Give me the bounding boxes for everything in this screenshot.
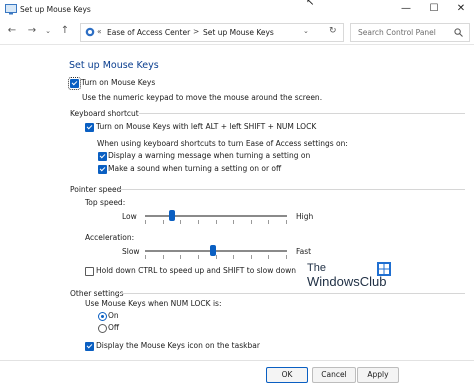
shortcut-label[interactable]: Turn on Mouse Keys with left ALT + left … [96,122,316,131]
slider-tick [216,220,217,224]
slider-tick [251,255,252,259]
top-speed-min-label: Low [122,212,137,221]
search-input[interactable]: Search Control Panel [350,23,470,42]
watermark-line1: The [307,262,326,274]
slider-tick [163,255,164,259]
top-speed-thumb[interactable] [169,210,175,221]
breadcrumb-ease-of-access[interactable]: Ease of Access Center [107,28,190,37]
control-panel-icon [85,27,95,37]
acceleration-max-label: Fast [296,247,312,256]
up-button[interactable]: ↑ [58,24,72,38]
numlock-off-label[interactable]: Off [108,323,119,332]
acceleration-label: Acceleration: [85,233,135,242]
slider-tick [180,255,181,259]
make-sound-checkbox[interactable] [98,165,107,174]
acceleration-min-label: Slow [122,247,140,256]
slider-tick [216,255,217,259]
numlock-label: Use Mouse Keys when NUM LOCK is: [85,299,222,308]
cancel-button[interactable]: Cancel [312,367,356,383]
numlock-off-radio[interactable] [98,324,107,333]
slider-tick [268,220,269,224]
shortcut-sub-label: When using keyboard shortcuts to turn Ea… [97,139,348,148]
acceleration-slider[interactable] [145,245,287,259]
section-divider [118,189,465,190]
section-divider [139,113,465,114]
title-bar: Set up Mouse Keys ↖ — ☐ ✕ [0,0,474,19]
breadcrumb-overflow[interactable]: « [97,27,102,36]
slider-tick [198,220,199,224]
pointer-speed-section-label: Pointer speed [70,185,122,194]
breadcrumb-separator[interactable]: > [193,27,199,36]
minimize-button[interactable]: — [392,0,420,19]
search-placeholder: Search Control Panel [358,28,436,37]
shortcut-checkbox[interactable] [85,123,94,132]
top-speed-slider[interactable] [145,210,287,224]
slider-tick [233,255,234,259]
warning-message-label[interactable]: Display a warning message when turning a… [108,151,310,160]
maximize-button[interactable]: ☐ [420,0,448,19]
section-divider [116,293,465,294]
slider-tick [180,220,181,224]
make-sound-label[interactable]: Make a sound when turning a setting on o… [108,164,281,173]
hold-ctrl-checkbox[interactable] [85,267,94,276]
slider-tick [145,255,146,259]
breadcrumb-current[interactable]: Set up Mouse Keys [203,28,274,37]
address-bar[interactable]: « Ease of Access Center > Set up Mouse K… [80,23,344,42]
slider-tick [145,220,146,224]
slider-tick [286,255,287,259]
acceleration-track [145,250,287,252]
slider-tick [163,220,164,224]
window-title: Set up Mouse Keys [20,5,91,14]
address-dropdown-icon[interactable]: ⌄ [303,27,309,35]
navigation-bar: ← → ⌄ ↑ « Ease of Access Center > Set up… [0,20,474,45]
taskbar-icon-label[interactable]: Display the Mouse Keys icon on the taskb… [96,341,260,350]
numlock-on-radio[interactable] [98,312,107,321]
mouse-cursor-icon: ↖ [306,0,315,8]
top-speed-track [145,215,287,217]
top-speed-label: Top speed: [85,198,126,207]
turn-on-mouse-keys-label[interactable]: Turn on Mouse Keys [81,78,155,87]
mouse-keys-app-icon [5,4,17,15]
slider-tick [286,220,287,224]
slider-tick [251,220,252,224]
watermark-line2: WindowsClub [307,274,387,289]
recent-dropdown-icon[interactable]: ⌄ [41,24,55,38]
page-title: Set up Mouse Keys [69,60,159,71]
hold-ctrl-label[interactable]: Hold down CTRL to speed up and SHIFT to … [96,266,296,275]
turn-on-mouse-keys-checkbox[interactable] [68,77,81,90]
ok-button[interactable]: OK [266,367,308,383]
refresh-icon[interactable]: ↻ [329,26,337,36]
search-icon[interactable] [454,28,463,37]
forward-button[interactable]: → [25,24,39,38]
slider-tick [198,255,199,259]
warning-message-checkbox[interactable] [98,152,107,161]
back-button[interactable]: ← [5,24,19,38]
apply-button[interactable]: Apply [357,367,399,383]
slider-tick [268,255,269,259]
top-speed-max-label: High [296,212,314,221]
taskbar-icon-checkbox[interactable] [85,342,94,351]
close-button[interactable]: ✕ [447,0,474,19]
footer-divider [0,360,474,361]
keyboard-shortcut-section-label: Keyboard shortcut [70,109,139,118]
slider-tick [233,220,234,224]
numlock-on-label[interactable]: On [108,311,119,320]
turn-on-description: Use the numeric keypad to move the mouse… [82,93,323,102]
